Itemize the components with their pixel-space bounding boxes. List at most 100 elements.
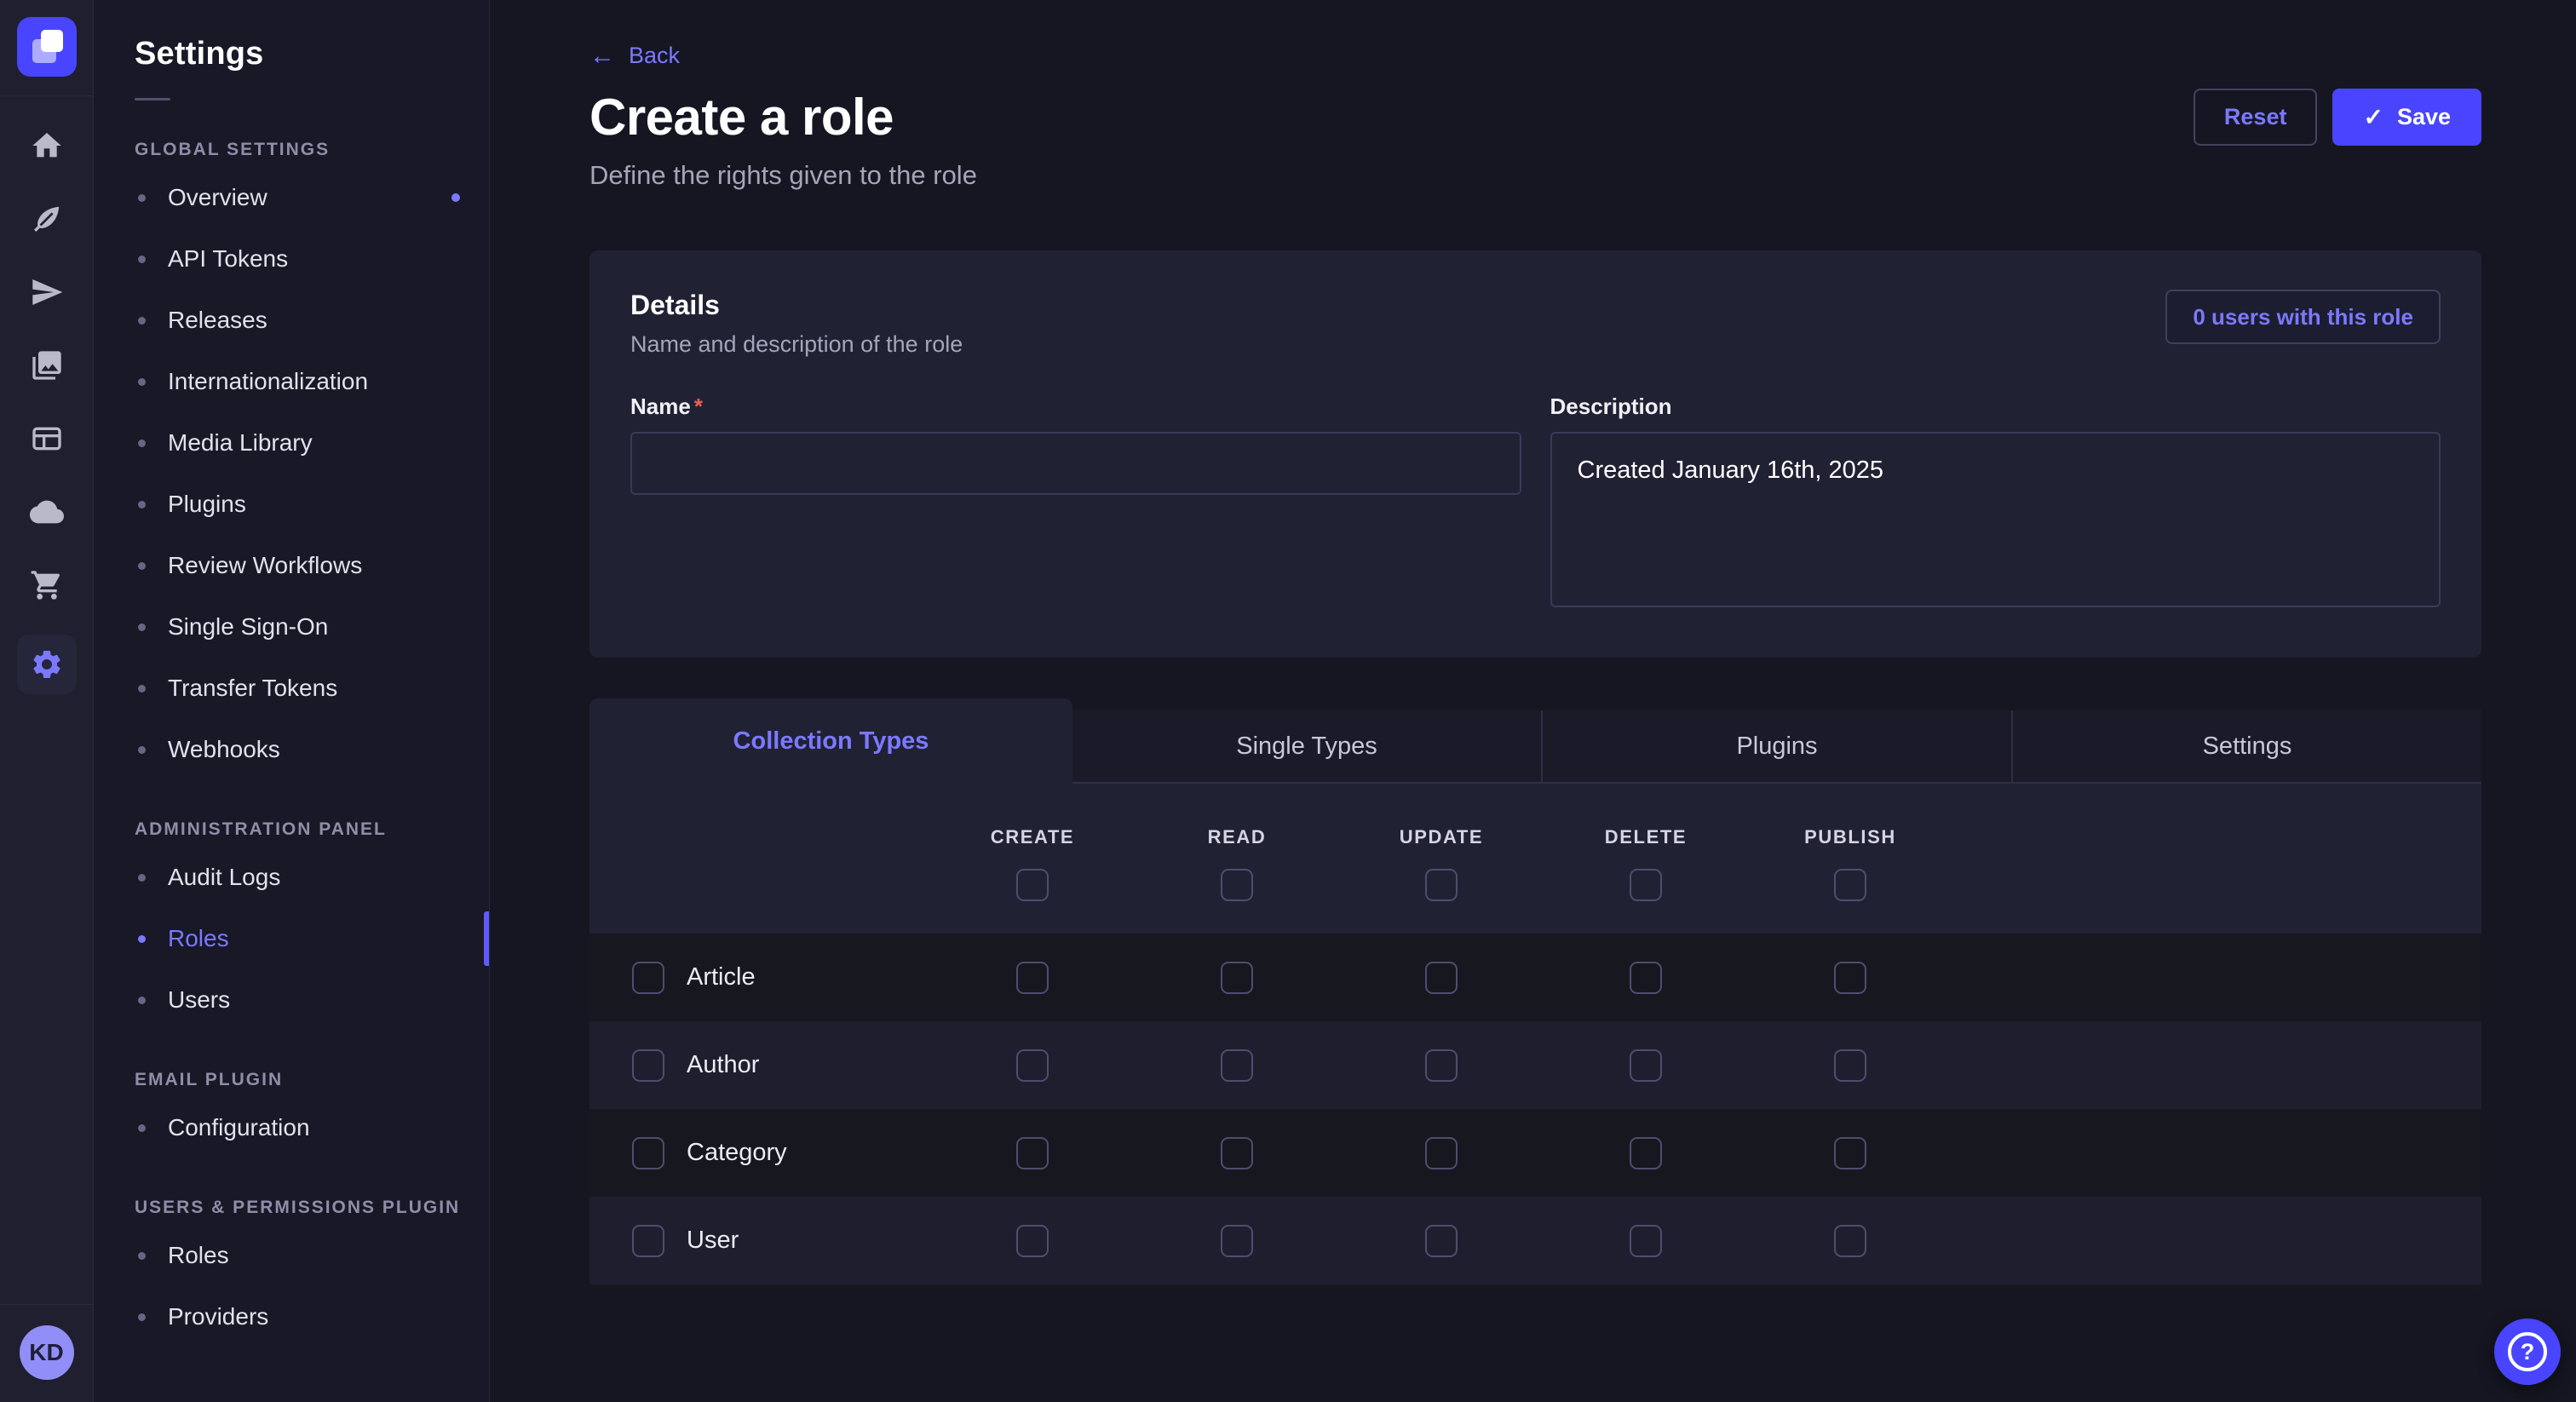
select-all-read-checkbox[interactable]: [1221, 869, 1253, 901]
tab-collection-types[interactable]: Collection Types: [589, 698, 1072, 784]
article-read-checkbox[interactable]: [1221, 962, 1253, 994]
main-content: ← Back Create a role Reset ✓ Save Define…: [490, 0, 2576, 1402]
section-header: USERS & PERMISSIONS PLUGIN: [94, 1191, 489, 1225]
header-actions: Reset ✓ Save: [2194, 89, 2481, 146]
rail-divider-bottom: [0, 1304, 94, 1305]
subnav-item-roles-up[interactable]: Roles: [94, 1225, 489, 1286]
section-header: EMAIL PLUGIN: [94, 1063, 489, 1097]
help-button[interactable]: ?: [2494, 1319, 2561, 1385]
title-rule: [135, 98, 170, 101]
author-publish-checkbox[interactable]: [1834, 1049, 1866, 1082]
bullet-icon: [138, 1313, 146, 1321]
name-input[interactable]: [630, 432, 1521, 495]
bullet-icon: [138, 194, 146, 202]
main-nav-rail: KD: [0, 0, 94, 1402]
subnav-item-releases[interactable]: Releases: [94, 290, 489, 351]
description-field-group: Description Created January 16th, 2025: [1550, 394, 2441, 612]
category-create-checkbox[interactable]: [1016, 1137, 1049, 1169]
subnav-item-users[interactable]: Users: [94, 969, 489, 1031]
layout-icon[interactable]: [30, 422, 64, 456]
required-mark: *: [694, 394, 703, 419]
app-root: KD Settings GLOBAL SETTINGS Overview API…: [0, 0, 2576, 1402]
subnav-item-plugins[interactable]: Plugins: [94, 474, 489, 535]
article-create-checkbox[interactable]: [1016, 962, 1049, 994]
user-read-checkbox[interactable]: [1221, 1225, 1253, 1257]
name-field-group: Name*: [630, 394, 1521, 612]
category-row-checkbox[interactable]: [632, 1137, 664, 1169]
category-update-checkbox[interactable]: [1425, 1137, 1458, 1169]
section-administration-panel: ADMINISTRATION PANEL Audit Logs Roles Us…: [94, 813, 489, 1031]
avatar[interactable]: KD: [20, 1325, 74, 1380]
permissions-header-row: CREATE READ UPDATE DELETE: [589, 784, 2481, 934]
user-create-checkbox[interactable]: [1016, 1225, 1049, 1257]
user-row-checkbox[interactable]: [632, 1225, 664, 1257]
panel-footer: [589, 1284, 2481, 1291]
author-create-checkbox[interactable]: [1016, 1049, 1049, 1082]
article-delete-checkbox[interactable]: [1630, 962, 1662, 994]
author-delete-checkbox[interactable]: [1630, 1049, 1662, 1082]
article-publish-checkbox[interactable]: [1834, 962, 1866, 994]
bullet-icon: [138, 746, 146, 754]
tab-settings[interactable]: Settings: [2011, 710, 2481, 782]
select-all-publish-checkbox[interactable]: [1834, 869, 1866, 901]
article-update-checkbox[interactable]: [1425, 962, 1458, 994]
user-delete-checkbox[interactable]: [1630, 1225, 1662, 1257]
section-header: GLOBAL SETTINGS: [94, 133, 489, 167]
bullet-icon: [138, 935, 146, 943]
subnav-item-audit-logs[interactable]: Audit Logs: [94, 847, 489, 908]
user-update-checkbox[interactable]: [1425, 1225, 1458, 1257]
subnav-item-internationalization[interactable]: Internationalization: [94, 351, 489, 412]
row-label: Category: [687, 1139, 787, 1167]
author-update-checkbox[interactable]: [1425, 1049, 1458, 1082]
author-row-checkbox[interactable]: [632, 1049, 664, 1082]
select-all-update-checkbox[interactable]: [1425, 869, 1458, 901]
bullet-icon: [138, 874, 146, 882]
category-publish-checkbox[interactable]: [1834, 1137, 1866, 1169]
feather-icon[interactable]: [30, 202, 64, 236]
tab-single-types[interactable]: Single Types: [1072, 710, 1541, 782]
users-with-role-button[interactable]: 0 users with this role: [2165, 290, 2441, 344]
strapi-logo[interactable]: [17, 17, 77, 77]
row-label: Article: [687, 963, 756, 991]
subnav-item-transfer-tokens[interactable]: Transfer Tokens: [94, 658, 489, 719]
subnav-item-overview[interactable]: Overview: [94, 167, 489, 228]
send-icon[interactable]: [30, 275, 64, 309]
category-read-checkbox[interactable]: [1221, 1137, 1253, 1169]
user-publish-checkbox[interactable]: [1834, 1225, 1866, 1257]
cart-icon[interactable]: [30, 568, 64, 602]
bullet-icon: [138, 623, 146, 631]
tab-plugins[interactable]: Plugins: [1541, 710, 2011, 782]
page-subtitle: Define the rights given to the role: [589, 160, 2481, 191]
subnav-item-providers[interactable]: Providers: [94, 1286, 489, 1347]
subnav-item-api-tokens[interactable]: API Tokens: [94, 228, 489, 290]
table-row-category: Category: [589, 1109, 2481, 1197]
details-card: Details Name and description of the role…: [589, 250, 2481, 658]
subnav-item-webhooks[interactable]: Webhooks: [94, 719, 489, 780]
reset-button[interactable]: Reset: [2194, 89, 2318, 146]
question-icon: ?: [2508, 1332, 2547, 1371]
author-read-checkbox[interactable]: [1221, 1049, 1253, 1082]
gear-icon[interactable]: [17, 635, 77, 694]
select-all-delete-checkbox[interactable]: [1630, 869, 1662, 901]
column-publish: PUBLISH: [1748, 826, 1952, 901]
column-update: UPDATE: [1339, 826, 1544, 901]
bullet-icon: [138, 562, 146, 570]
home-icon[interactable]: [30, 129, 64, 163]
name-label: Name*: [630, 394, 1521, 420]
subnav-item-single-sign-on[interactable]: Single Sign-On: [94, 596, 489, 658]
bullet-icon: [138, 317, 146, 325]
cloud-icon[interactable]: [30, 495, 64, 529]
subnav-item-media-library[interactable]: Media Library: [94, 412, 489, 474]
save-button[interactable]: ✓ Save: [2332, 89, 2481, 146]
subnav-item-roles-admin[interactable]: Roles: [94, 908, 489, 969]
select-all-create-checkbox[interactable]: [1016, 869, 1049, 901]
media-library-icon[interactable]: [30, 348, 64, 382]
description-input[interactable]: Created January 16th, 2025: [1550, 432, 2441, 607]
subnav-item-review-workflows[interactable]: Review Workflows: [94, 535, 489, 596]
article-row-checkbox[interactable]: [632, 962, 664, 994]
page-title: Create a role: [589, 88, 894, 147]
table-row-article: Article: [589, 934, 2481, 1021]
back-link[interactable]: ← Back: [589, 43, 680, 69]
subnav-item-configuration[interactable]: Configuration: [94, 1097, 489, 1158]
category-delete-checkbox[interactable]: [1630, 1137, 1662, 1169]
